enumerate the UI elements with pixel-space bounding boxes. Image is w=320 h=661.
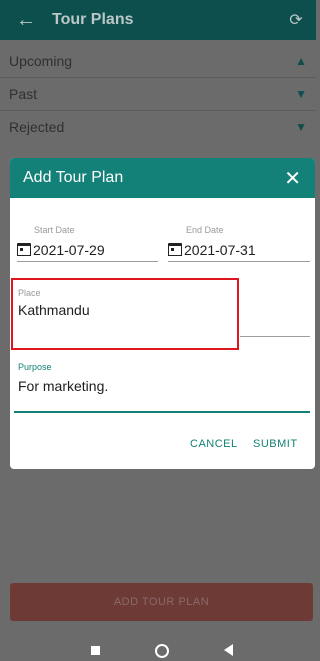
home-icon[interactable] — [155, 644, 169, 658]
back-icon[interactable] — [224, 644, 233, 656]
close-icon[interactable]: ✕ — [284, 166, 315, 191]
back-arrow-icon[interactable]: ← — [0, 9, 52, 32]
calendar-icon — [168, 243, 182, 257]
section-upcoming-label: Upcoming — [9, 53, 73, 69]
place-highlight-box — [11, 278, 239, 350]
start-date-field[interactable]: 2021-07-29 — [17, 239, 158, 262]
purpose-input[interactable]: For marketing. — [18, 378, 108, 394]
section-past-label: Past — [9, 86, 38, 102]
start-date-label: Start Date — [34, 225, 75, 235]
end-date-label: End Date — [186, 225, 224, 235]
app-bar: ← Tour Plans ⟳ — [0, 0, 316, 40]
refresh-icon[interactable]: ⟳ — [276, 10, 316, 30]
system-nav-bar — [0, 630, 316, 661]
section-rejected[interactable]: Rejected ▼ — [0, 111, 316, 143]
section-upcoming[interactable]: Upcoming ▲ — [0, 45, 316, 77]
recents-icon[interactable] — [91, 646, 100, 655]
place-underline — [240, 336, 310, 337]
page-title: Tour Plans — [52, 11, 134, 28]
chevron-down-icon: ▼ — [295, 120, 307, 134]
section-rejected-label: Rejected — [9, 119, 65, 135]
section-past[interactable]: Past ▼ — [0, 78, 316, 110]
add-tour-plan-button[interactable]: ADD TOUR PLAN — [10, 583, 313, 621]
dialog-header: Add Tour Plan ✕ — [10, 158, 315, 198]
chevron-up-icon: ▲ — [295, 54, 307, 68]
cancel-button[interactable]: CANCEL — [190, 438, 238, 450]
chevron-down-icon: ▼ — [295, 87, 307, 101]
calendar-icon — [17, 243, 31, 257]
end-date-value: 2021-07-31 — [184, 242, 256, 258]
purpose-underline — [14, 411, 310, 413]
end-date-field[interactable]: 2021-07-31 — [168, 239, 310, 262]
dialog-title: Add Tour Plan — [23, 169, 124, 186]
purpose-label: Purpose — [18, 362, 52, 372]
start-date-value: 2021-07-29 — [33, 242, 105, 258]
submit-button[interactable]: SUBMIT — [253, 438, 298, 450]
